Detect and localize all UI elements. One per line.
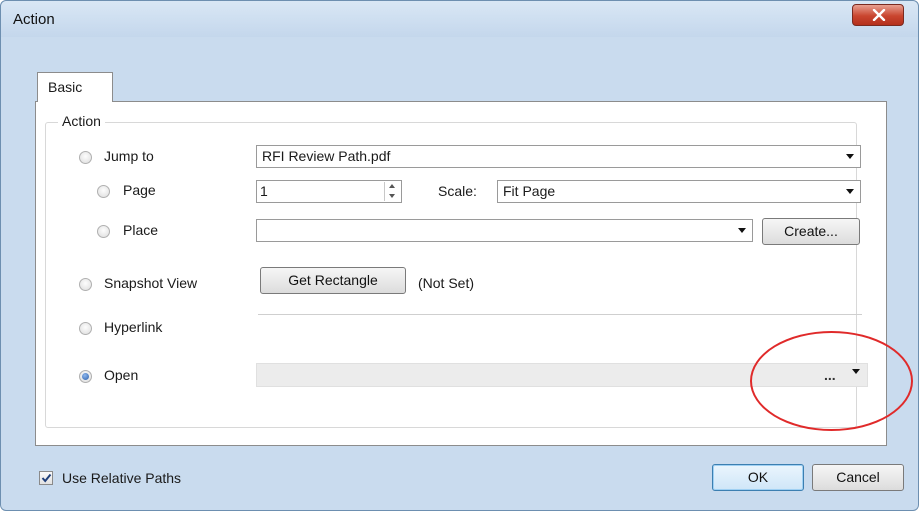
scale-select[interactable]: Fit Page — [497, 180, 861, 203]
action-group-label: Action — [58, 113, 105, 129]
stepper-buttons[interactable] — [384, 182, 400, 201]
stepper-down-icon[interactable] — [385, 191, 400, 200]
chevron-down-icon[interactable] — [852, 369, 860, 374]
open-path-field[interactable] — [256, 363, 868, 387]
snapshot-view-label: Snapshot View — [104, 275, 198, 291]
page-number-value: 1 — [260, 183, 268, 199]
page-label: Page — [123, 182, 156, 198]
chevron-down-icon — [846, 154, 854, 159]
open-label: Open — [104, 367, 139, 383]
close-icon — [872, 9, 886, 21]
page-radio[interactable] — [97, 185, 110, 198]
jump-to-file-select[interactable]: RFI Review Path.pdf — [256, 145, 861, 168]
place-select[interactable] — [256, 219, 753, 242]
chevron-down-icon — [846, 189, 854, 194]
chevron-down-icon — [738, 228, 746, 233]
place-radio[interactable] — [97, 225, 110, 238]
get-rectangle-button[interactable]: Get Rectangle — [260, 267, 406, 294]
title-bar: Action — [1, 1, 918, 37]
snapshot-status: (Not Set) — [418, 275, 475, 291]
jump-to-label: Jump to — [104, 148, 154, 164]
page-number-stepper[interactable]: 1 — [256, 180, 402, 203]
open-radio[interactable] — [79, 370, 92, 383]
tab-basic[interactable]: Basic — [37, 72, 113, 102]
window-title: Action — [13, 11, 55, 28]
close-button[interactable] — [852, 4, 904, 26]
browse-button[interactable]: ... — [824, 367, 836, 383]
place-label: Place — [123, 222, 159, 238]
hyperlink-field[interactable] — [258, 314, 862, 315]
scale-value: Fit Page — [503, 183, 556, 199]
jump-to-radio[interactable] — [79, 151, 92, 164]
ok-button[interactable]: OK — [712, 464, 804, 491]
checkmark-icon — [41, 473, 52, 483]
stepper-up-icon[interactable] — [385, 182, 400, 191]
tab-basic-label: Basic — [48, 79, 83, 95]
hyperlink-radio[interactable] — [79, 322, 92, 335]
create-button[interactable]: Create... — [762, 218, 860, 245]
snapshot-view-radio[interactable] — [79, 278, 92, 291]
use-relative-paths-checkbox[interactable] — [39, 471, 53, 485]
use-relative-paths-label: Use Relative Paths — [62, 470, 182, 486]
hyperlink-label: Hyperlink — [104, 319, 163, 335]
scale-label: Scale: — [438, 183, 477, 199]
jump-to-file-value: RFI Review Path.pdf — [262, 148, 391, 164]
cancel-button[interactable]: Cancel — [812, 464, 904, 491]
